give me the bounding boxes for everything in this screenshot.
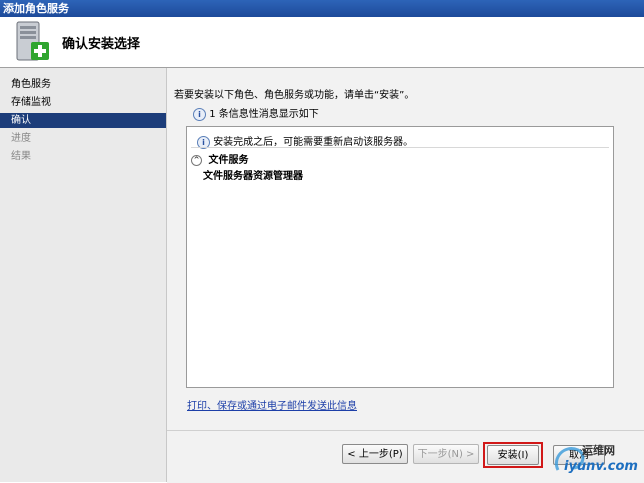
watermark-text-domain: iyunv.com <box>564 459 638 474</box>
add-role-server-icon <box>16 21 49 61</box>
step-progress: 进度 <box>11 133 31 144</box>
collapse-chevron-icon[interactable]: ^ <box>191 154 202 166</box>
next-button: 下一步(N) > <box>413 444 479 464</box>
previous-button[interactable]: < 上一步(P) <box>342 444 408 464</box>
results-panel[interactable]: i 安装完成之后，可能需要重新启动该服务器。 ^ 文件服务 文件服务器资源管理器 <box>186 126 614 388</box>
step-confirmation[interactable]: 确认 <box>0 113 166 128</box>
install-button[interactable]: 安装(I) <box>487 445 539 465</box>
print-save-email-link[interactable]: 打印、保存或通过电子邮件发送此信息 <box>187 397 357 412</box>
step-results: 结果 <box>11 151 31 162</box>
info-summary-text: 1 条信息性消息显示如下 <box>209 109 319 120</box>
step-storage-monitoring[interactable]: 存储监视 <box>0 95 166 110</box>
window-title: 添加角色服务 <box>0 0 644 17</box>
wizard-header: 确认安装选择 <box>0 17 644 68</box>
info-icon: i <box>193 107 206 121</box>
role-service-name: 文件服务器资源管理器 <box>203 171 303 182</box>
watermark-logo: 运维网 iyunv.com <box>550 440 640 480</box>
watermark-text-cn: 运维网 <box>582 444 615 457</box>
intro-text: 若要安装以下角色、角色服务或功能，请单击“安装”。 <box>174 90 415 101</box>
divider <box>191 147 609 148</box>
info-summary: i 1 条信息性消息显示如下 <box>193 105 319 121</box>
step-role-services[interactable]: 角色服务 <box>0 77 166 92</box>
page-title: 确认安装选择 <box>62 37 141 52</box>
wizard-steps: 角色服务 存储监视 确认 进度 结果 <box>0 68 167 482</box>
role-name: 文件服务 <box>208 155 249 166</box>
role-group[interactable]: ^ 文件服务 <box>191 151 248 166</box>
